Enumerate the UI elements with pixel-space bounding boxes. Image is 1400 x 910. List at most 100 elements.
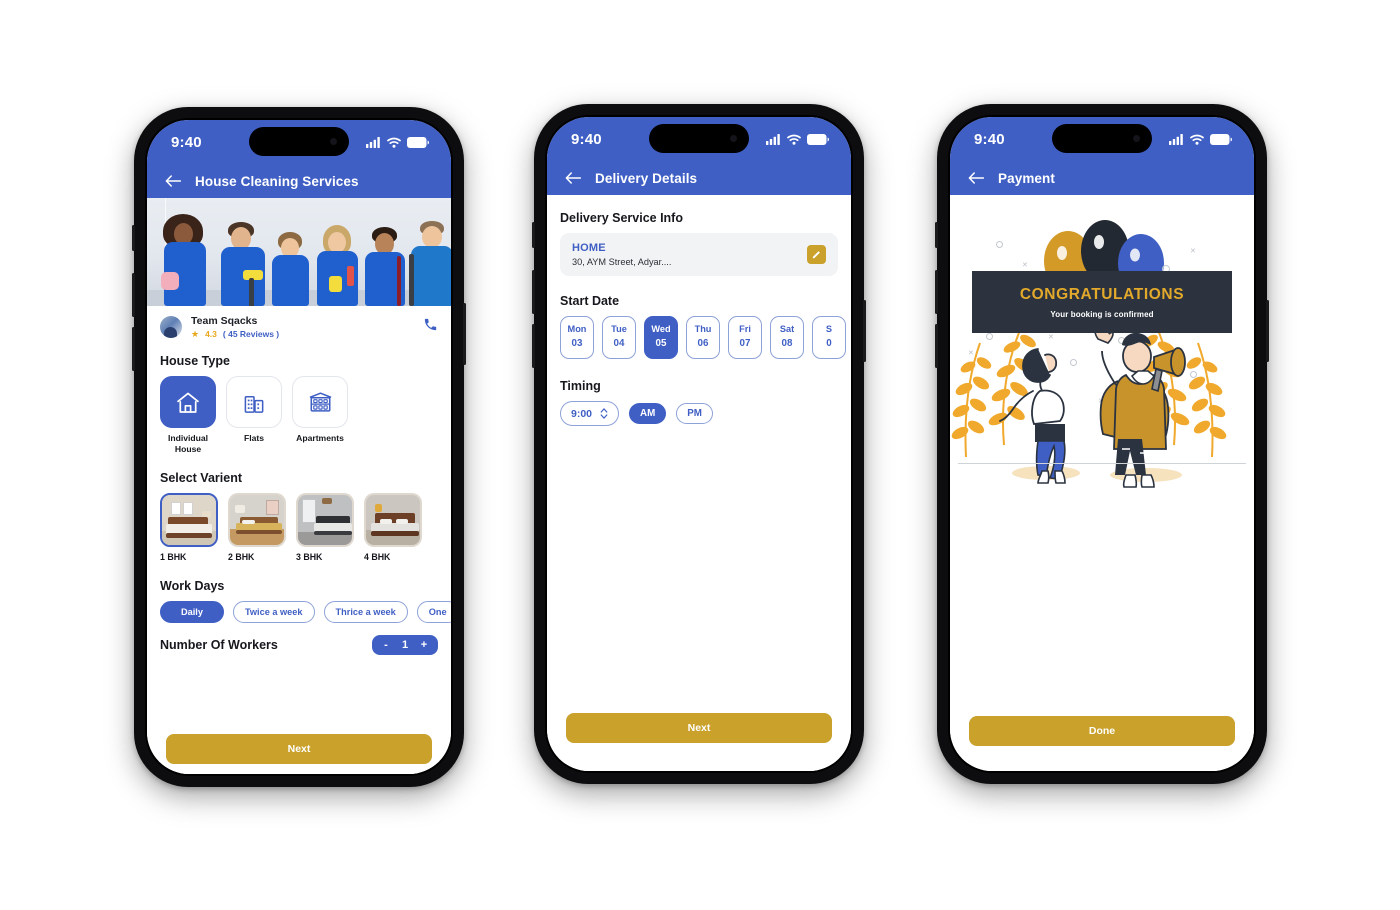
date-option-wed-05[interactable]: Wed 05 [644, 316, 678, 360]
date-option-fri-07[interactable]: Fri 07 [728, 316, 762, 360]
date-day: Fri [739, 324, 751, 334]
next-button[interactable]: Next [166, 734, 432, 764]
provider-name: Team Sqacks [191, 315, 258, 327]
signal-icon [766, 133, 780, 145]
date-day: Mon [567, 324, 587, 334]
hero-person-4 [315, 224, 361, 306]
variant-thumbnail[interactable] [364, 492, 422, 547]
hero-person-5 [363, 226, 407, 306]
date-option-tue-04[interactable]: Tue 04 [602, 316, 636, 360]
screen-house-cleaning: 9:40 House Cleaning Services Team Sqacks… [147, 120, 451, 774]
workers-decrement-button[interactable]: - [382, 639, 390, 651]
call-button[interactable] [423, 317, 438, 337]
status-bar: 9:40 [147, 120, 451, 164]
date-day: Tue [611, 324, 627, 334]
workers-increment-button[interactable]: + [420, 639, 428, 651]
variant-1bhk[interactable]: 1 BHK [160, 492, 218, 562]
workers-title: Number Of Workers [160, 637, 278, 652]
house-type-title: House Type [160, 354, 230, 369]
page-title: Payment [998, 170, 1055, 186]
next-button[interactable]: Next [566, 713, 832, 743]
front-camera-icon [730, 135, 737, 142]
variant-3bhk[interactable]: 3 BHK [296, 492, 354, 562]
variant-4bhk[interactable]: 4 BHK [364, 492, 422, 562]
signal-icon [1169, 133, 1183, 145]
screen1-cta-wrap: Next [147, 734, 451, 764]
phone-mockup-2: 9:40 Delivery Details Delivery Service I… [532, 104, 866, 784]
date-num: 03 [571, 337, 583, 349]
back-arrow-icon[interactable] [968, 172, 984, 184]
date-picker[interactable]: Mon 03 Tue 04 Wed 05 Thu 06 Fri 07 Sat 0… [547, 316, 851, 360]
variant-2bhk[interactable]: 2 BHK [228, 492, 286, 562]
timing-controls: 9:00 AM PM [547, 401, 851, 427]
screen3-cta-wrap: Done [950, 716, 1254, 746]
date-option-next[interactable]: S 0 [812, 316, 846, 360]
status-icons [366, 136, 429, 148]
volume-down-button [935, 324, 938, 368]
mute-switch [935, 222, 938, 248]
done-button[interactable]: Done [969, 716, 1235, 746]
work-day-twice-a-week[interactable]: Twice a week [232, 600, 315, 623]
screen1-body: Team Sqacks ★ 4.3 ( 45 Reviews ) House T… [147, 198, 451, 774]
house-type-icon-box[interactable] [226, 376, 282, 429]
variant-thumbnail[interactable] [160, 492, 218, 547]
provider-rating-row: ★ 4.3 ( 45 Reviews ) [191, 329, 279, 339]
date-num: 08 [781, 337, 793, 349]
date-option-sat-08[interactable]: Sat 08 [770, 316, 804, 360]
edit-address-button[interactable] [807, 245, 826, 264]
variant-thumbnail[interactable] [296, 492, 354, 547]
avatar [160, 316, 182, 339]
date-day: Wed [651, 324, 671, 334]
variant-label: 3 BHK [296, 551, 323, 562]
wifi-icon [787, 134, 801, 145]
hero-person-3 [271, 230, 311, 306]
hero-person-2 [219, 220, 267, 306]
variant-thumbnail[interactable] [228, 492, 286, 547]
work-day-once-a-week[interactable]: One [416, 600, 451, 623]
house-type-individual-house[interactable]: Individual House [160, 376, 216, 454]
congratulations-subtext: Your booking is confirmed [1050, 309, 1154, 319]
am-button[interactable]: AM [629, 403, 667, 425]
house-icon [177, 392, 199, 413]
house-type-icon-box[interactable] [292, 376, 348, 429]
date-num: 05 [655, 337, 667, 349]
status-bar: 9:40 [547, 117, 851, 161]
status-time: 9:40 [974, 130, 1005, 148]
celebrating-people-illustration [999, 323, 1186, 488]
provider-row: Team Sqacks ★ 4.3 ( 45 Reviews ) [147, 306, 451, 343]
back-arrow-icon[interactable] [165, 175, 181, 187]
house-type-icon-box[interactable] [160, 376, 216, 429]
wifi-icon [1190, 134, 1204, 145]
buildings-icon [244, 395, 263, 413]
dynamic-island [649, 124, 749, 153]
volume-up-button [132, 273, 135, 317]
ground-line [958, 463, 1246, 464]
screen3-body: ✕ ✕ ✕ ✕ ✕ ✕ [950, 195, 1254, 771]
address-card[interactable]: HOME 30, AYM Street, Adyar.... [560, 233, 838, 276]
date-num: 06 [697, 337, 709, 349]
work-day-daily[interactable]: Daily [160, 600, 224, 623]
mute-switch [132, 225, 135, 251]
volume-down-button [532, 324, 535, 368]
date-option-mon-03[interactable]: Mon 03 [560, 316, 594, 360]
phone-icon[interactable] [423, 317, 438, 332]
volume-up-button [532, 270, 535, 314]
back-arrow-icon[interactable] [565, 172, 581, 184]
reviews-count[interactable]: ( 45 Reviews ) [223, 329, 279, 339]
phone-mockup-1: 9:40 House Cleaning Services Team Sqacks… [132, 107, 466, 787]
chevron-updown-icon[interactable] [600, 407, 608, 420]
house-type-apartments[interactable]: Apartments [292, 376, 348, 454]
phone-mockup-3: 9:40 Payment ✕ ✕ ✕ ✕ CONGRATULATIONS You… [935, 104, 1269, 784]
date-option-thu-06[interactable]: Thu 06 [686, 316, 720, 360]
pm-button[interactable]: PM [676, 403, 713, 425]
battery-icon [407, 136, 429, 148]
rating-value: 4.3 [205, 329, 217, 340]
time-input[interactable]: 9:00 [560, 401, 620, 427]
workers-stepper[interactable]: - 1 + [372, 634, 438, 655]
work-day-thrice-a-week[interactable]: Thrice a week [323, 600, 408, 623]
phone-bezel: 9:40 [948, 115, 1256, 773]
status-icons [1169, 133, 1232, 145]
house-type-flats[interactable]: Flats [226, 376, 282, 454]
variant-label: 4 BHK [364, 551, 391, 562]
dynamic-island [1052, 124, 1152, 153]
